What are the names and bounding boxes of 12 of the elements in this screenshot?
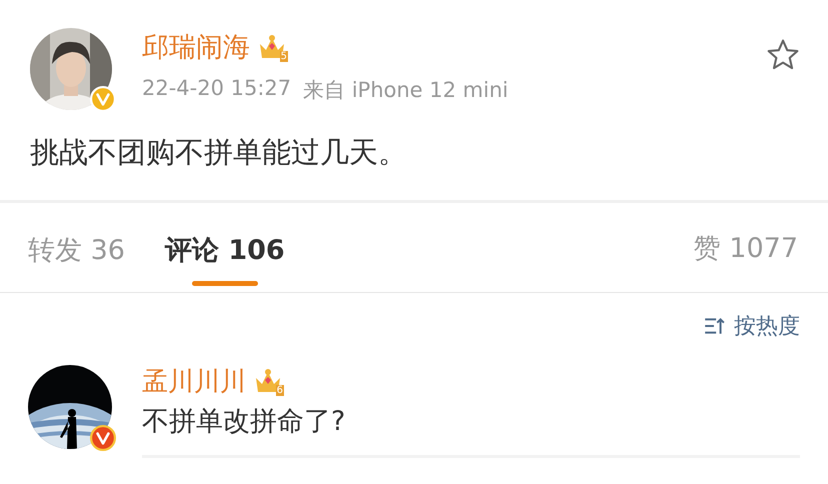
post-time: 22-4-20 15:27: [142, 76, 292, 102]
likes-count[interactable]: 赞 1077: [694, 230, 798, 266]
tab[interactable]: 转发 36: [28, 218, 125, 286]
comment-text: 不拼单改拼命了?: [142, 405, 346, 439]
star-icon[interactable]: [766, 38, 800, 72]
tab[interactable]: 评论 106: [164, 218, 285, 286]
sort-icon: [704, 316, 726, 336]
author-name[interactable]: 邱瑞闹海: [142, 28, 250, 68]
sort-button[interactable]: 按热度: [704, 311, 800, 341]
commenter-name[interactable]: 孟川川川: [142, 365, 246, 399]
post-text: 挑战不团购不拼单能过几天。: [30, 134, 408, 171]
post-source: 来自 iPhone 12 mini: [303, 77, 508, 104]
